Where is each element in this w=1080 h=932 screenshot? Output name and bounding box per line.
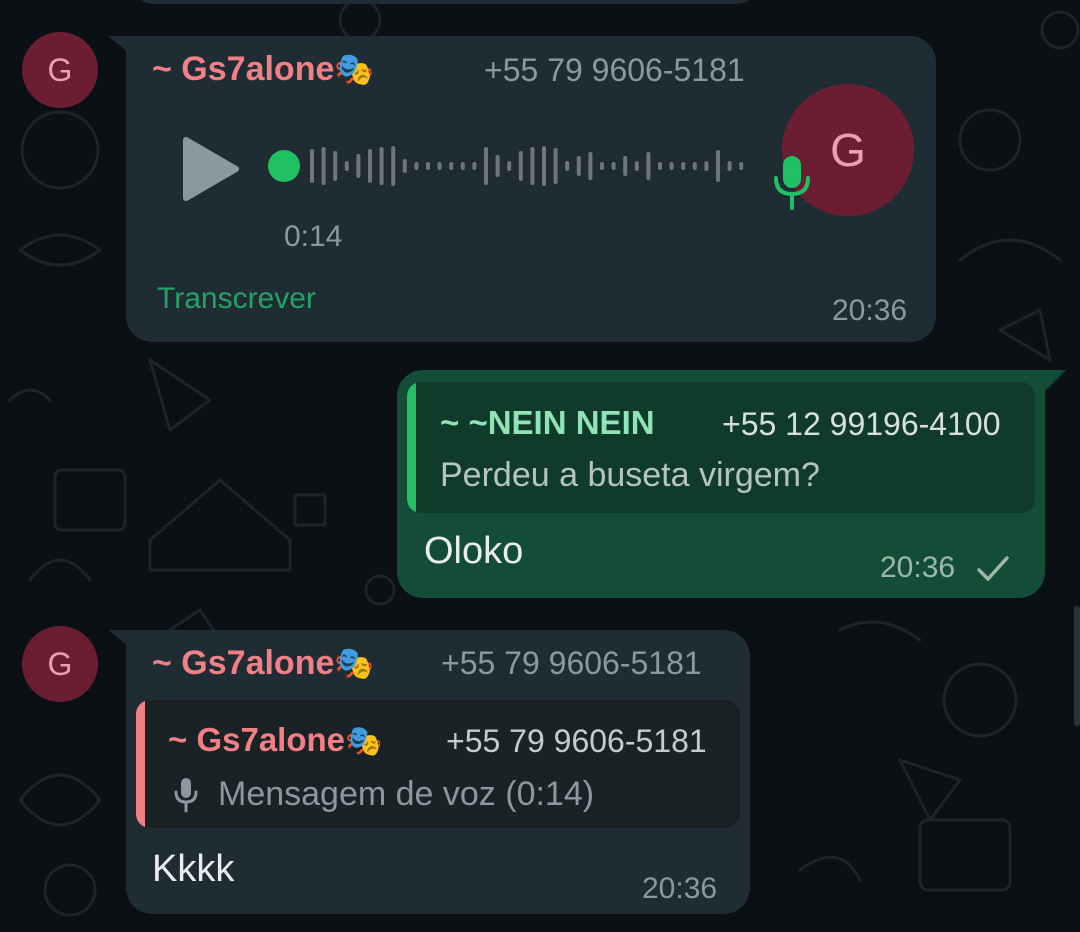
waveform-bar <box>739 162 744 170</box>
quote-sender-phone: +55 12 99196-4100 <box>722 406 1001 442</box>
theater-masks-icon: 🎭 <box>334 51 375 87</box>
waveform-bar <box>379 147 384 185</box>
waveform-bar <box>368 149 372 183</box>
waveform-bar <box>681 162 686 170</box>
scrollbar[interactable] <box>1074 606 1080 726</box>
voice-duration: 0:14 <box>284 220 343 253</box>
waveform-bar <box>310 149 314 183</box>
quote-accent-bar <box>136 700 145 828</box>
waveform-bar <box>704 161 709 171</box>
avatar-initial: G <box>47 645 73 682</box>
waveform-bar <box>588 152 593 180</box>
waveform-bar <box>495 155 500 177</box>
waveform-bar <box>437 162 442 170</box>
quote-text: Mensagem de voz (0:14) <box>218 775 595 813</box>
waveform-bar <box>716 150 720 182</box>
waveform-bar <box>600 162 604 170</box>
waveform-bar <box>576 156 581 176</box>
theater-masks-icon: 🎭 <box>345 725 383 758</box>
waveform-bar <box>356 154 361 178</box>
waveform-bar <box>658 162 662 170</box>
sender-name[interactable]: ~ Gs7alone🎭 <box>152 644 374 683</box>
microphone-icon <box>174 778 198 813</box>
waveform-bar <box>669 162 674 170</box>
waveform-bar <box>402 159 407 173</box>
sender-phone: +55 79 9606-5181 <box>484 52 745 88</box>
message-time: 20:36 <box>642 872 718 905</box>
waveform-bar <box>460 162 465 170</box>
waveform-bar <box>646 152 651 180</box>
quote-sender-name: ~ ~NEIN NEIN <box>440 404 655 441</box>
waveform-bar <box>426 162 430 170</box>
previous-message-bubble <box>130 0 760 4</box>
waveform-bar <box>484 147 488 185</box>
waveform-bar <box>611 162 616 170</box>
waveform-bar <box>530 147 535 185</box>
avatar-initial: G <box>47 51 73 88</box>
waveform-bar <box>623 156 628 176</box>
message-text: Kkkk <box>152 848 235 890</box>
quote-accent-bar <box>407 382 416 513</box>
waveform-bar <box>391 146 396 186</box>
quote-text: Perdeu a buseta virgem? <box>440 456 820 494</box>
waveform-bar <box>553 148 558 184</box>
sender-avatar[interactable]: G <box>22 626 98 702</box>
waveform-bar <box>449 162 454 170</box>
theater-masks-icon: 🎭 <box>334 645 375 681</box>
sender-avatar[interactable]: G <box>22 32 98 108</box>
waveform-bar <box>333 151 338 181</box>
waveform-bar <box>518 151 523 181</box>
transcribe-link[interactable]: Transcrever <box>157 282 316 316</box>
sender-phone: +55 79 9606-5181 <box>441 645 702 681</box>
sent-check-icon <box>977 556 1009 581</box>
waveform-bar <box>507 161 512 171</box>
quote-sender-phone: +55 79 9606-5181 <box>446 723 707 759</box>
sender-name[interactable]: ~ Gs7alone🎭 <box>152 50 374 89</box>
waveform-bar <box>542 146 546 186</box>
waveform-bar <box>472 162 477 170</box>
waveform-bar <box>727 161 732 171</box>
play-icon[interactable] <box>180 136 240 202</box>
message-time: 20:36 <box>880 551 956 584</box>
waveform-bar <box>344 161 349 171</box>
chat-screen: G ~ Gs7alone🎭 +55 79 9606-5181 0:14 G Tr… <box>0 0 1080 932</box>
microphone-icon <box>774 156 810 210</box>
message-time: 20:36 <box>832 294 908 327</box>
waveform-bar <box>634 161 639 171</box>
message-text: Oloko <box>424 530 524 572</box>
voice-avatar-initial: G <box>830 124 866 176</box>
waveform-bar <box>565 161 570 171</box>
playback-scrubber <box>268 150 300 182</box>
waveform-bar <box>414 162 419 170</box>
quote-sender-name: ~ Gs7alone🎭 <box>168 721 383 758</box>
waveform-bar <box>692 162 697 170</box>
voice-waveform[interactable] <box>262 136 762 196</box>
waveform-bar <box>321 147 326 185</box>
